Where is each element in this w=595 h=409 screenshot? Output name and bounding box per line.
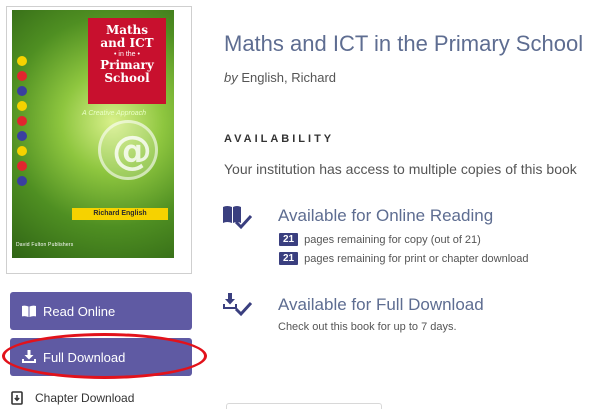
- print-count-badge: 21: [279, 252, 299, 265]
- cover-title-line: School: [104, 71, 150, 85]
- print-pages-row: 21 pages remaining for print or chapter …: [279, 252, 529, 265]
- cover-dot: [17, 71, 27, 81]
- cover-title-line: and ICT: [100, 36, 154, 50]
- full-download-title: Available for Full Download: [278, 295, 484, 314]
- cover-dot: [17, 101, 27, 111]
- cover-dot: [17, 116, 27, 126]
- chapter-download-link[interactable]: Chapter Download: [11, 391, 134, 405]
- cover-dot: [17, 131, 27, 141]
- chapter-download-label: Chapter Download: [35, 391, 135, 405]
- cover-dot: [17, 86, 27, 96]
- byline: by English, Richard: [224, 70, 336, 85]
- author-name: English, Richard: [241, 70, 337, 85]
- cover-dot: [17, 176, 27, 186]
- download-check-icon: [223, 293, 252, 317]
- bottom-panel-edge: [226, 403, 382, 409]
- read-online-button[interactable]: Read Online: [10, 292, 192, 330]
- cover-dots: [16, 56, 30, 191]
- cover-dot: [17, 56, 27, 66]
- book-cover: @ Maths and ICT • in the • Primary Schoo…: [12, 10, 174, 258]
- copy-pages-row: 21 pages remaining for copy (out of 21): [279, 233, 481, 246]
- at-sign-graphic: @: [112, 128, 152, 174]
- access-text: Your institution has access to multiple …: [224, 161, 577, 177]
- book-check-icon: [223, 206, 252, 230]
- copy-pages-text: pages remaining for copy (out of 21): [304, 233, 481, 246]
- open-book-icon: [22, 305, 36, 317]
- download-note: Check out this book for up to 7 days.: [278, 321, 457, 333]
- cover-author: Richard English: [72, 208, 168, 220]
- cover-title-box: Maths and ICT • in the • Primary School: [88, 18, 166, 104]
- read-online-label: Read Online: [43, 303, 116, 319]
- print-pages-text: pages remaining for print or chapter dow…: [304, 252, 529, 265]
- book-title: Maths and ICT in the Primary School: [224, 31, 584, 56]
- cover-dot: [17, 146, 27, 156]
- highlight-circle: [2, 333, 207, 379]
- chapter-download-icon: [11, 391, 23, 405]
- cover-subtitle: A Creative Approach: [82, 110, 147, 117]
- cover-publisher: David Fulton Publishers: [16, 242, 74, 248]
- copy-count-badge: 21: [279, 233, 299, 246]
- availability-heading: AVAILABILITY: [224, 133, 335, 145]
- online-reading-title: Available for Online Reading: [278, 206, 494, 225]
- by-label: by: [224, 70, 238, 85]
- cover-dot: [17, 161, 27, 171]
